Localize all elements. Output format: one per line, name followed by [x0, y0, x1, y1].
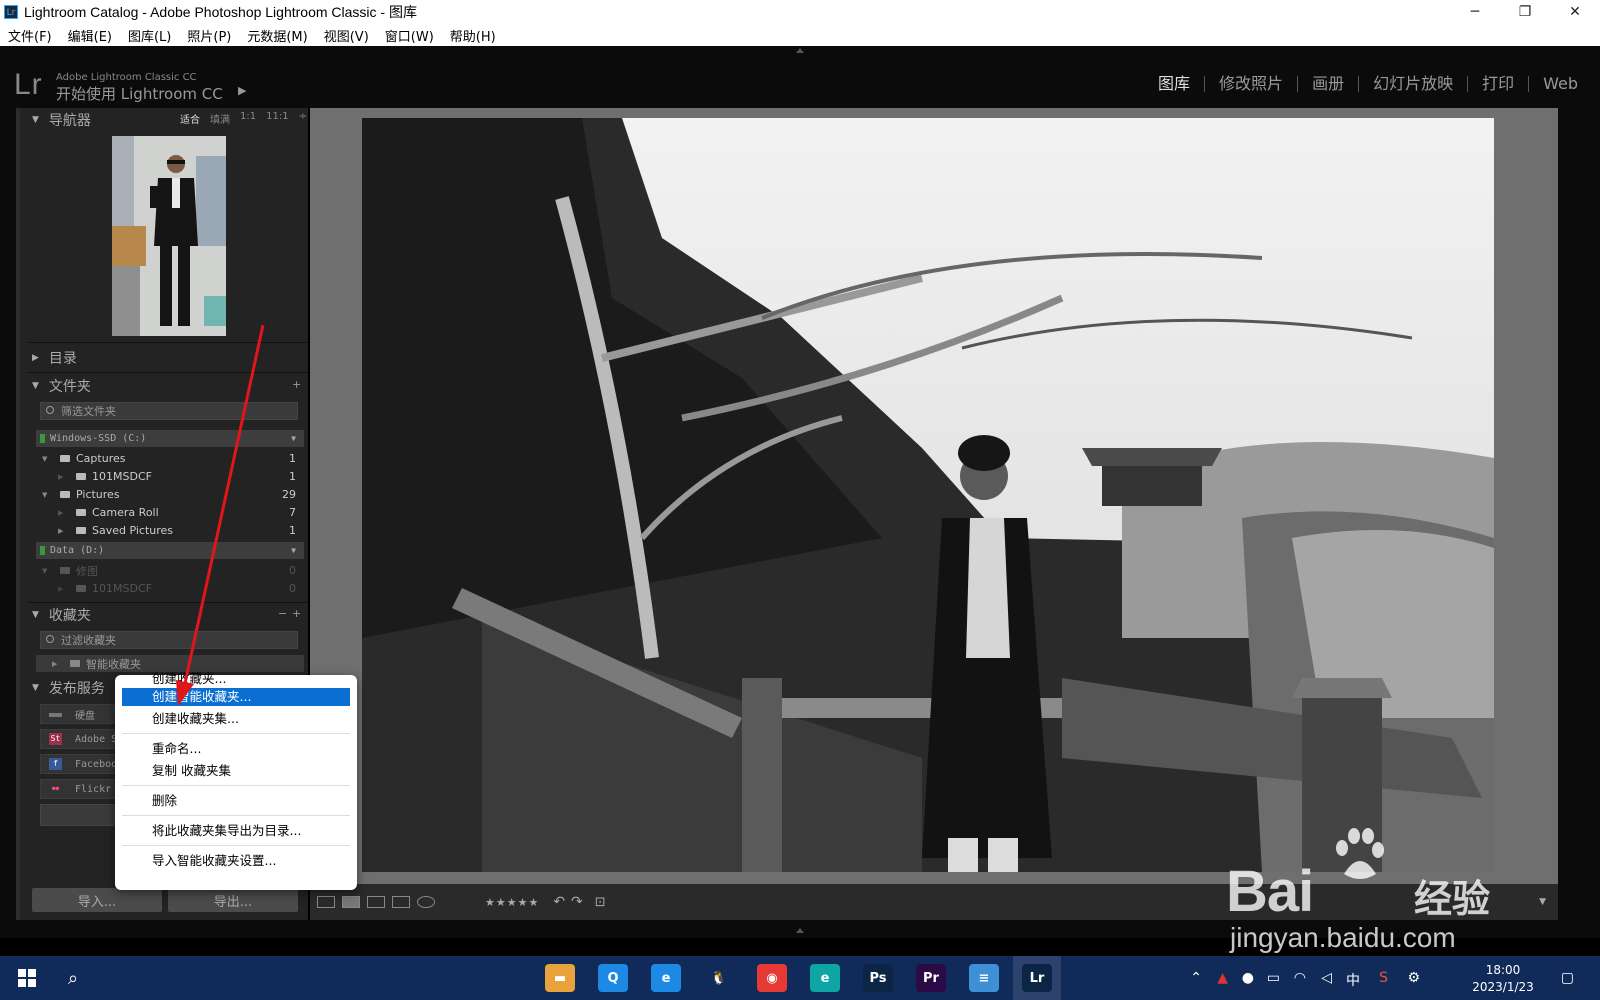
windows-start-icon[interactable] [18, 969, 36, 987]
taskbar-app-premiere[interactable]: Pr [916, 964, 946, 992]
watermark-brand-cn: 经验 [1414, 877, 1491, 921]
watermark-brand: Bai [1226, 859, 1314, 924]
watermark-url: jingyan.baidu.com [1230, 922, 1456, 953]
baidu-paw-icon [1336, 828, 1384, 879]
taskbar-app-lightroom[interactable]: Lr [1022, 964, 1052, 992]
taskbar-app-edge-legacy[interactable]: e [651, 964, 681, 992]
windows-taskbar: ⌕ ▬ Qe 🐧 ◉ e Ps Pr ≡ Lr ⌃ ▲ ● ▭ ◠ ◁ 中 S ⚙ 18:00 … [0, 956, 1600, 1000]
search-icon[interactable]: ⌕ [68, 968, 78, 989]
taskbar-clock[interactable]: 18:00 2023/1/23 [1468, 962, 1538, 996]
taskbar-app-qq-browser[interactable]: Q [598, 964, 628, 992]
taskbar-app-notepad[interactable]: ≡ [969, 964, 999, 992]
wifi-icon[interactable]: ◠ [1294, 970, 1306, 986]
volume-icon[interactable]: ◁ [1321, 970, 1332, 986]
taskbar-app-file-explorer[interactable]: ▬ [545, 964, 575, 992]
tray-overflow-icon[interactable]: ⌃ [1190, 970, 1202, 986]
sogou-ime-icon[interactable]: S [1379, 970, 1388, 986]
notifications-icon[interactable]: ▢ [1561, 970, 1574, 986]
taskbar-app-qq[interactable]: 🐧 [704, 964, 734, 992]
ime-indicator[interactable]: 中 [1346, 970, 1360, 990]
baidu-watermark: Bai 经验 jingyan.baidu.com [1226, 828, 1526, 953]
tray-qq-icon[interactable]: ● [1242, 970, 1254, 986]
clock-date: 2023/1/23 [1472, 980, 1534, 994]
taskbar-app-edge[interactable]: e [810, 964, 840, 992]
battery-icon[interactable]: ▭ [1267, 970, 1280, 986]
taskbar-app-photoshop[interactable]: Ps [863, 964, 893, 992]
clock-time: 18:00 [1485, 963, 1521, 977]
taskbar-app-chrome[interactable]: ◉ [757, 964, 787, 992]
settings-gear-icon[interactable]: ⚙ [1407, 970, 1420, 986]
tray-app-icon[interactable]: ▲ [1217, 970, 1228, 986]
